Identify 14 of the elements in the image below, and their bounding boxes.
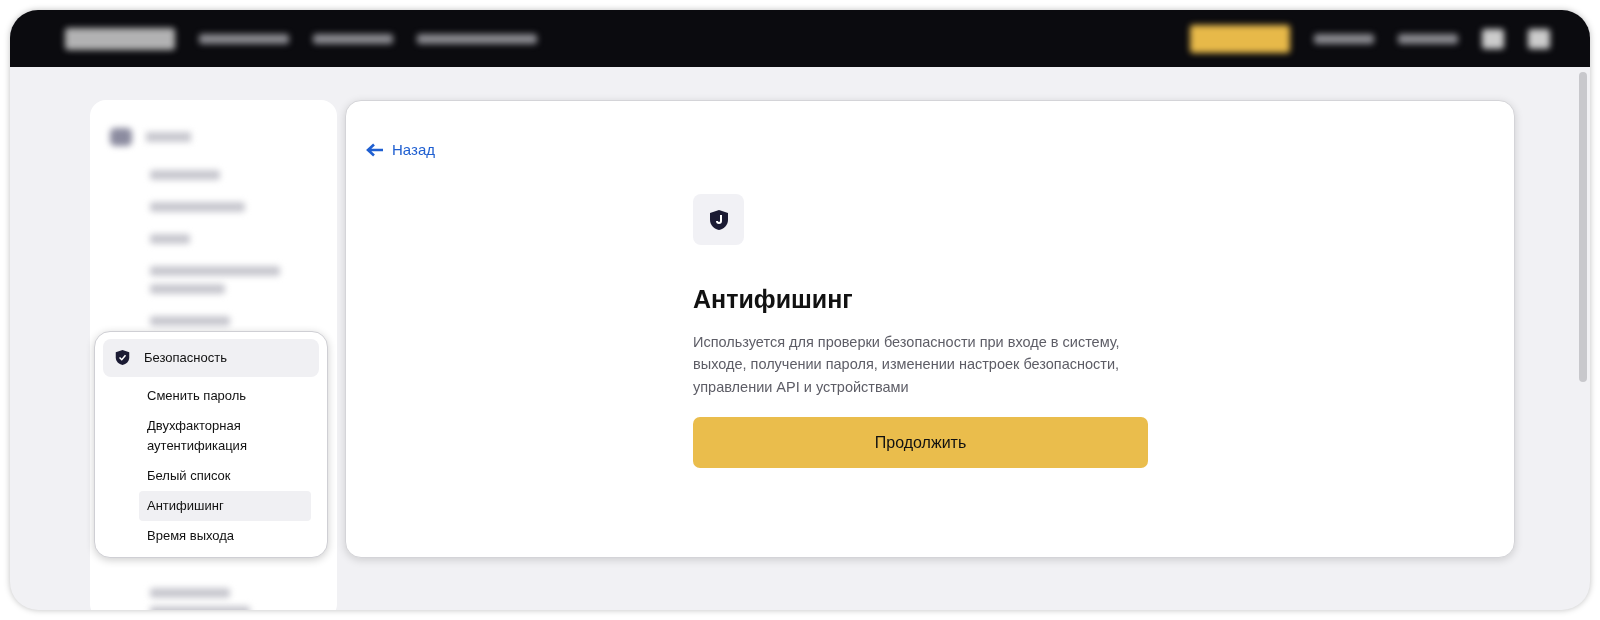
menu-item[interactable]: Антифишинг	[139, 490, 311, 521]
menu-item[interactable]: Белый список	[139, 460, 311, 491]
menu-item[interactable]: Двухфакторная аутентификация	[139, 410, 311, 461]
back-link[interactable]: Назад	[366, 139, 435, 162]
shield-icon	[708, 208, 729, 231]
scrollbar[interactable]	[1579, 72, 1587, 382]
feature-title: Антифишинг	[693, 284, 854, 316]
menu-item[interactable]: Сменить пароль	[139, 380, 311, 411]
menu-item[interactable]: Время выхода	[139, 520, 311, 551]
shield-check-icon	[115, 349, 130, 367]
menu-section[interactable]: Безопасность	[103, 339, 319, 377]
feature-description: Используется для проверки безопасности при входе в систему, выходе, получении пароля, изменении настроек безопасности, управлении API и устройствами	[693, 332, 1121, 397]
arrow-left-icon	[366, 143, 384, 158]
continue-button[interactable]: Продолжить	[693, 417, 1148, 469]
